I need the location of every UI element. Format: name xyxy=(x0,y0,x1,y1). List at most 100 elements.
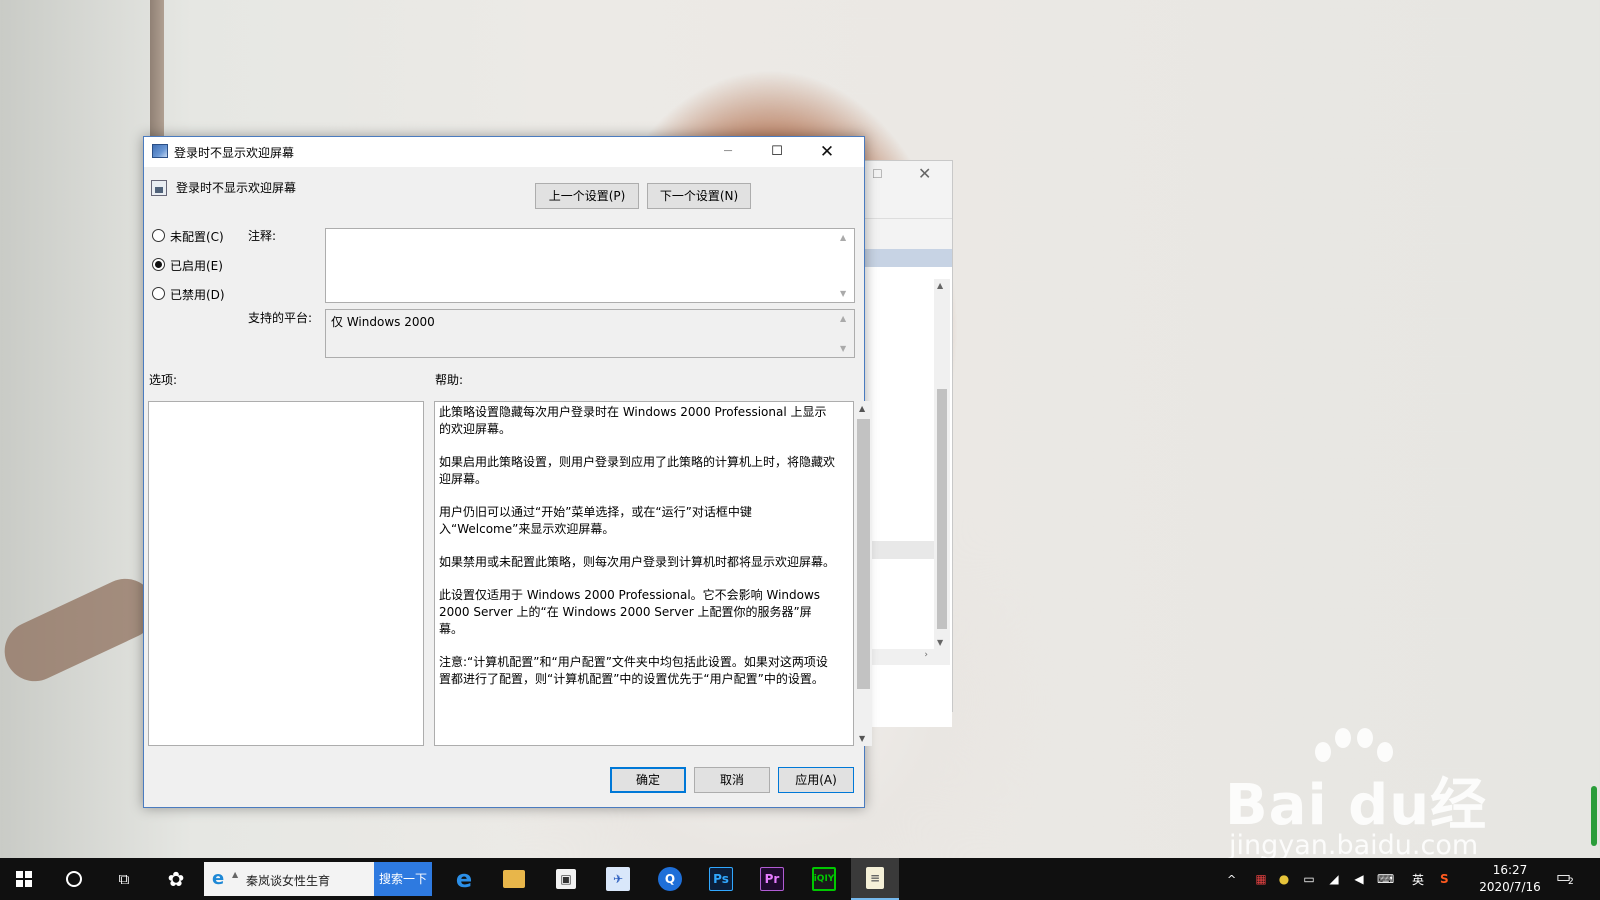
scrollbar-thumb[interactable] xyxy=(937,389,947,629)
show-hidden-icons-button[interactable]: ^ xyxy=(1227,858,1236,900)
minimize-button[interactable]: ─ xyxy=(705,137,751,167)
radio-not-configured[interactable]: 未配置(C) xyxy=(152,227,242,256)
next-setting-button[interactable]: 下一个设置(N) xyxy=(647,183,751,209)
watermark-url: jingyan.baidu.com xyxy=(1229,830,1479,861)
scroll-down-icon[interactable]: ▼ xyxy=(859,734,865,743)
radio-button[interactable] xyxy=(152,229,165,242)
q-app-icon: Q xyxy=(658,867,682,891)
platform-value: 仅 Windows 2000 xyxy=(331,315,435,329)
scroll-up-icon[interactable]: ▲ xyxy=(840,233,846,242)
options-label: 选项: xyxy=(149,373,178,387)
volume-icon[interactable]: ◀ xyxy=(1350,858,1368,900)
radio-label[interactable]: 已禁用(D) xyxy=(170,286,225,303)
ie-icon: e xyxy=(212,868,225,889)
scroll-down-icon[interactable]: ▼ xyxy=(840,289,846,298)
help-scrollbar[interactable]: ▲ ▼ xyxy=(855,401,872,746)
radio-disabled[interactable]: 已禁用(D) xyxy=(152,285,242,314)
clock-date: 2020/7/16 xyxy=(1479,880,1541,894)
scroll-up-icon[interactable]: ▲ xyxy=(937,281,943,290)
taskbar-search-box[interactable]: e ▲ 秦岚谈女性生育 xyxy=(204,862,374,896)
help-paragraph: 此设置仅适用于 Windows 2000 Professional。它不会影响 … xyxy=(439,588,821,636)
premiere-icon: Pr xyxy=(760,867,784,891)
help-panel[interactable]: 此策略设置隐藏每次用户登录时在 Windows 2000 Professiona… xyxy=(434,401,854,746)
taskbar-app-edge[interactable]: e xyxy=(440,858,488,900)
comment-label: 注释: xyxy=(248,229,277,243)
taskbar-app-q[interactable]: Q xyxy=(646,858,694,900)
previous-setting-button[interactable]: 上一个设置(P) xyxy=(535,183,639,209)
taskbar-app-store[interactable]: ▣ xyxy=(542,858,590,900)
input-language-indicator[interactable]: 英 xyxy=(1412,858,1424,900)
network-icon[interactable]: ◢ xyxy=(1325,858,1343,900)
cancel-button[interactable]: 取消 xyxy=(694,767,770,793)
taskbar-app-notepad-active[interactable]: ≡ xyxy=(851,858,899,900)
scroll-up-icon[interactable]: ▲ xyxy=(859,404,865,413)
help-label: 帮助: xyxy=(435,373,464,387)
scroll-down-icon[interactable]: ▼ xyxy=(840,344,846,353)
radio-enabled[interactable]: 已启用(E) xyxy=(152,256,242,285)
scrollbar-thumb[interactable] xyxy=(857,419,870,689)
page-scroll-indicator xyxy=(1591,786,1597,846)
battery-icon[interactable]: ▭ xyxy=(1300,858,1318,900)
vertical-scrollbar[interactable]: ▲ ▼ xyxy=(934,279,950,649)
swirl-app-icon: ✿ xyxy=(167,867,185,891)
action-center-button[interactable]: ▭ 2 xyxy=(1556,867,1580,891)
task-view-icon: ⧉ xyxy=(118,870,130,888)
maximize-button[interactable]: ☐ xyxy=(872,167,883,181)
taskbar-app-iqiyi[interactable]: iQIY xyxy=(800,858,848,900)
search-text[interactable]: 秦岚谈女性生育 xyxy=(246,872,330,889)
radio-button[interactable] xyxy=(152,287,165,300)
platform-field: 仅 Windows 2000 ▲ ▼ xyxy=(325,309,855,358)
scroll-right-icon[interactable]: › xyxy=(924,650,928,660)
start-button[interactable] xyxy=(0,858,48,900)
close-button[interactable]: ✕ xyxy=(918,164,931,183)
store-bag-icon: ▣ xyxy=(556,869,576,889)
maximize-button[interactable]: ☐ xyxy=(754,137,800,167)
notepad-icon: ≡ xyxy=(866,867,884,889)
folder-icon xyxy=(503,870,525,888)
close-button[interactable]: ✕ xyxy=(804,137,850,167)
state-radio-group: 未配置(C) 已启用(E) 已禁用(D) xyxy=(152,227,242,314)
feather-icon: ✈ xyxy=(606,867,630,891)
taskbar-app-photoshop[interactable]: Ps xyxy=(697,858,745,900)
edge-icon: e xyxy=(455,865,473,893)
baidu-jingyan-watermark: Bai du经验 jingyan.baidu.com xyxy=(1225,728,1525,900)
clock-time: 16:27 xyxy=(1492,863,1528,877)
help-paragraph: 如果禁用或未配置此策略，则每次用户登录到计算机时都将显示欢迎屏幕。 xyxy=(439,555,836,569)
sogou-ime-icon[interactable]: S xyxy=(1440,858,1449,900)
dropdown-caret-icon[interactable]: ▲ xyxy=(232,870,238,879)
cortana-button[interactable] xyxy=(50,858,98,900)
system-clock[interactable]: 16:27 2020/7/16 xyxy=(1470,862,1550,896)
title-bar[interactable]: 登录时不显示欢迎屏幕 ─ ☐ ✕ xyxy=(144,137,864,167)
notification-count: 2 xyxy=(1568,877,1574,887)
search-button[interactable]: 搜索一下 xyxy=(374,862,432,896)
scroll-up-icon[interactable]: ▲ xyxy=(840,314,846,323)
help-text: 此策略设置隐藏每次用户登录时在 Windows 2000 Professiona… xyxy=(439,404,835,704)
radio-label[interactable]: 已启用(E) xyxy=(170,257,223,274)
comment-scrollbar[interactable]: ▲ ▼ xyxy=(838,231,852,300)
tray-app-icon[interactable]: ▦ xyxy=(1252,858,1270,900)
photoshop-icon: Ps xyxy=(709,867,733,891)
apply-button[interactable]: 应用(A) xyxy=(778,767,854,793)
pinned-app-button[interactable]: ✿ xyxy=(152,858,200,900)
setting-icon xyxy=(151,180,167,196)
ok-button[interactable]: 确定 xyxy=(610,767,686,793)
help-paragraph: 此策略设置隐藏每次用户登录时在 Windows 2000 Professiona… xyxy=(439,405,827,436)
taskbar-app-feather[interactable]: ✈ xyxy=(594,858,642,900)
cortana-circle-icon xyxy=(66,871,82,887)
taskbar-app-premiere[interactable]: Pr xyxy=(748,858,796,900)
task-view-button[interactable]: ⧉ xyxy=(100,858,148,900)
taskbar: ⧉ ✿ e ▲ 秦岚谈女性生育 搜索一下 e ▣ ✈ Q Ps Pr iQIY … xyxy=(0,858,1600,900)
windows-logo-icon xyxy=(16,871,32,887)
taskbar-app-file-explorer[interactable] xyxy=(490,858,538,900)
keyboard-icon[interactable]: ⌨ xyxy=(1377,858,1394,900)
wallpaper-decoration xyxy=(0,569,166,691)
radio-label[interactable]: 未配置(C) xyxy=(170,228,224,245)
platform-scrollbar[interactable]: ▲ ▼ xyxy=(838,312,852,355)
options-panel xyxy=(148,401,424,746)
tray-app-icon[interactable]: ● xyxy=(1275,858,1293,900)
setting-header: 登录时不显示欢迎屏幕 xyxy=(144,173,864,213)
comment-field[interactable]: ▲ ▼ xyxy=(325,228,855,303)
radio-button-selected[interactable] xyxy=(152,258,165,271)
scroll-down-icon[interactable]: ▼ xyxy=(937,638,943,647)
window-title: 登录时不显示欢迎屏幕 xyxy=(174,146,295,160)
